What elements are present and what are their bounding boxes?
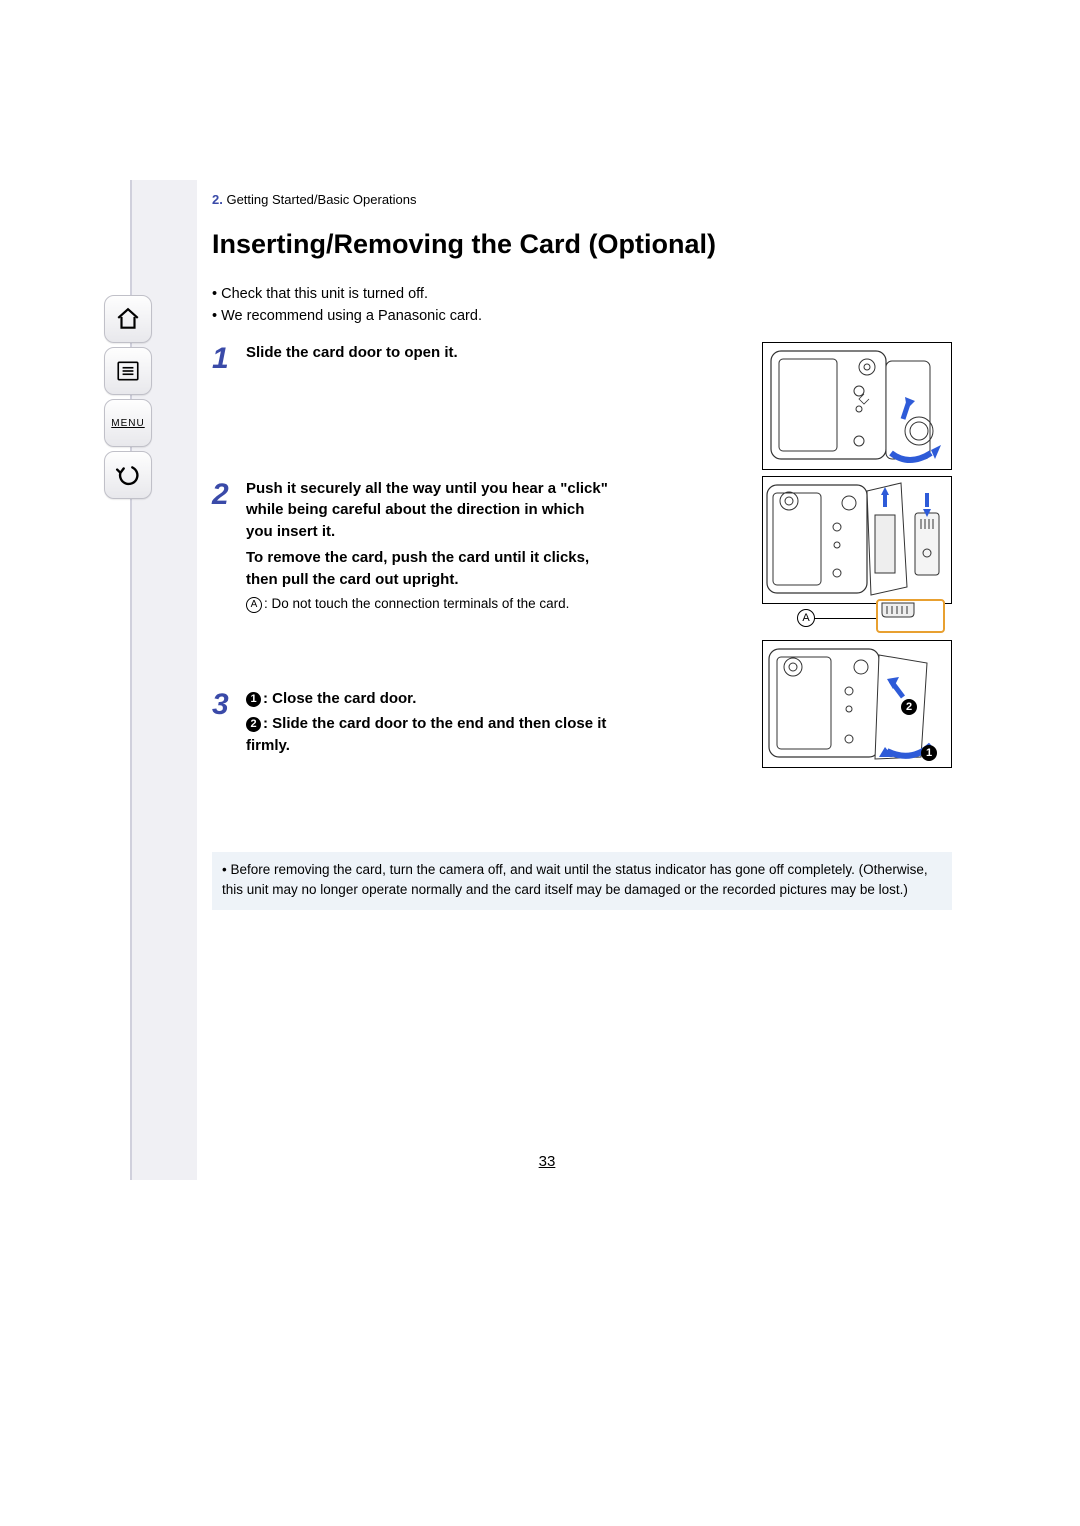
bullet-1-icon: 1 (246, 692, 261, 707)
camera-insert-card-icon (763, 477, 951, 603)
bullet-2-icon: 2 (246, 717, 261, 732)
step-note: A: Do not touch the connection terminals… (246, 594, 612, 614)
annotation-2-label: 2 (901, 699, 917, 715)
toc-button[interactable] (104, 347, 152, 395)
page-number: 33 (132, 1153, 962, 1170)
menu-button[interactable]: MENU (104, 399, 152, 447)
page-title: Inserting/Removing the Card (Optional) (212, 229, 952, 260)
breadcrumb: 2. Getting Started/Basic Operations (212, 192, 952, 207)
steps-area: 1 Slide the card door to open it. 2 Push… (212, 342, 952, 812)
step-number: 3 (212, 688, 246, 720)
camera-open-door-icon (763, 343, 951, 469)
step-note-text: : Do not touch the connection terminals … (264, 596, 569, 611)
step-sub2-text: : Slide the card door to the end and the… (246, 715, 606, 754)
warning-text: Before removing the card, turn the camer… (222, 862, 928, 897)
content: 2. Getting Started/Basic Operations Inse… (212, 180, 952, 910)
step-number: 2 (212, 478, 246, 510)
nav-icons: MENU (104, 295, 160, 503)
step-sub2: 2: Slide the card door to the end and th… (246, 713, 612, 757)
annotation-1-label: 1 (921, 745, 937, 761)
list-icon (115, 358, 141, 384)
intro-item: Check that this unit is turned off. (212, 284, 952, 306)
warning-note: Before removing the card, turn the camer… (212, 852, 952, 911)
step-sub1: 1: Close the card door. (246, 688, 612, 710)
home-button[interactable] (104, 295, 152, 343)
step-3: 3 1: Close the card door. 2: Slide the c… (212, 688, 612, 761)
illustration-1 (762, 342, 952, 470)
annotation-a-label: A (797, 609, 815, 627)
illustration-column: A (762, 342, 952, 774)
illustration-2: A (762, 476, 952, 604)
intro-item: We recommend using a Panasonic card. (212, 306, 952, 328)
step-text-remove: To remove the card, push the card until … (246, 547, 612, 591)
chapter-title: Getting Started/Basic Operations (226, 192, 416, 207)
callout-a: A (761, 603, 961, 633)
intro-list: Check that this unit is turned off. We r… (212, 284, 952, 328)
step-2: 2 Push it securely all the way until you… (212, 478, 612, 678)
callout-line (814, 618, 876, 619)
step-sub1-text: : Close the card door. (263, 690, 416, 707)
step-text: Slide the card door to open it. (246, 342, 612, 364)
terminal-detail-icon (876, 599, 945, 633)
step-1: 1 Slide the card door to open it. (212, 342, 612, 468)
menu-label: MENU (111, 418, 144, 429)
step-text: Push it securely all the way until you h… (246, 478, 612, 543)
step-number: 1 (212, 342, 246, 374)
annotation-a-icon: A (246, 597, 262, 613)
chapter-number: 2. (212, 192, 223, 207)
back-button[interactable] (104, 451, 152, 499)
page: MENU 2. Getting Started/Basic Operations… (130, 180, 962, 1180)
home-icon (115, 306, 141, 332)
illustration-3: 2 1 (762, 640, 952, 768)
return-arrow-icon (115, 462, 141, 488)
